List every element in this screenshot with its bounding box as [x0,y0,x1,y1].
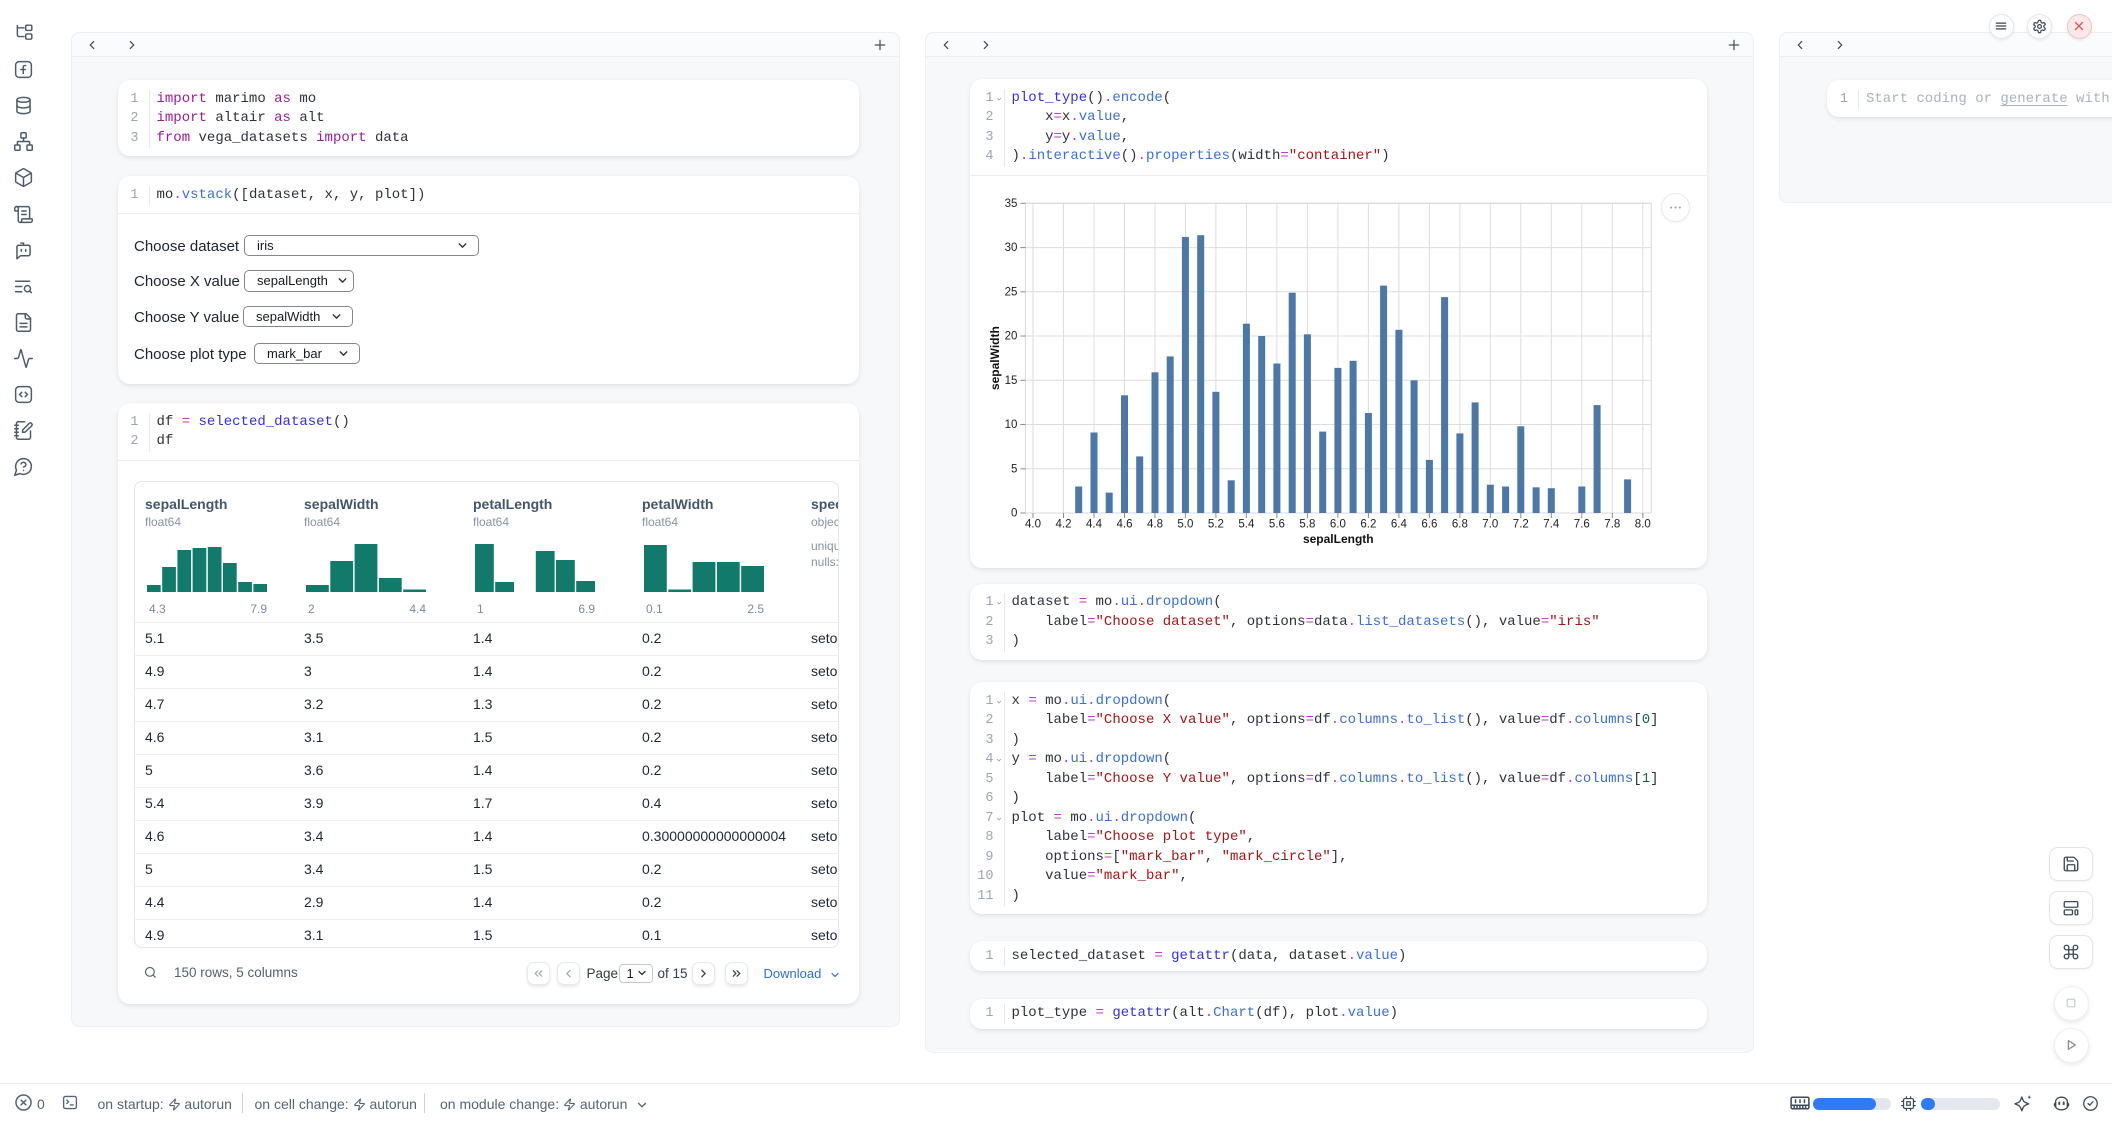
svg-text:6.0: 6.0 [1330,519,1346,531]
svg-text:4.2: 4.2 [1056,519,1072,531]
svg-text:6.4: 6.4 [1391,519,1408,531]
svg-text:5.2: 5.2 [1208,519,1224,531]
svg-text:4.8: 4.8 [1147,519,1163,531]
svg-text:5: 5 [1011,463,1017,475]
svg-text:4.4: 4.4 [1086,519,1103,531]
svg-text:25: 25 [1005,286,1018,298]
svg-text:7.4: 7.4 [1543,519,1560,531]
svg-text:10: 10 [1005,419,1018,431]
svg-text:sepalLength: sepalLength [1303,532,1374,546]
svg-text:30: 30 [1005,242,1018,254]
svg-text:7.6: 7.6 [1574,519,1590,531]
svg-text:4.0: 4.0 [1025,519,1041,531]
svg-text:7.8: 7.8 [1604,519,1620,531]
svg-text:5.6: 5.6 [1269,519,1285,531]
svg-text:8.0: 8.0 [1635,519,1651,531]
svg-text:5.0: 5.0 [1177,519,1193,531]
svg-text:6.2: 6.2 [1360,519,1376,531]
svg-text:4.6: 4.6 [1117,519,1133,531]
svg-text:6.8: 6.8 [1452,519,1468,531]
svg-text:0: 0 [1011,508,1017,520]
svg-text:5.8: 5.8 [1299,519,1315,531]
svg-text:6.6: 6.6 [1421,519,1437,531]
svg-text:5.4: 5.4 [1238,519,1255,531]
svg-text:7.0: 7.0 [1482,519,1498,531]
svg-text:35: 35 [1005,198,1018,210]
svg-text:sepalWidth: sepalWidth [988,326,1002,390]
svg-text:7.2: 7.2 [1513,519,1529,531]
svg-text:15: 15 [1005,375,1018,387]
svg-text:20: 20 [1005,331,1018,343]
